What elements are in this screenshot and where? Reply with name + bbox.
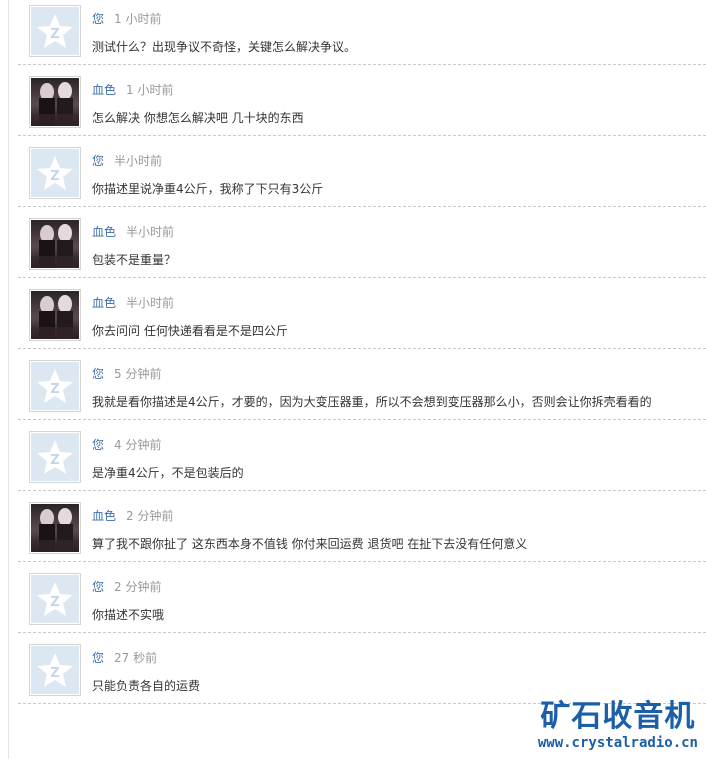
- comment-author[interactable]: 您: [92, 12, 104, 26]
- comment-meta: 您 27 秒前: [92, 649, 157, 666]
- comment-meta: 您 1 小时前: [92, 10, 161, 27]
- comment-time: 1 小时前: [114, 12, 162, 26]
- comment-item: 血色 半小时前 包装不是重量？: [18, 207, 706, 278]
- comment-item: Z 您 2 分钟前 你描述不实哦: [18, 562, 706, 633]
- comment-list: Z 您 1 小时前 测试什么？出现争议不奇怪，关键怎么解决争议。 血色 1 小时前 …: [18, 0, 706, 704]
- default-avatar-icon: Z: [37, 653, 73, 687]
- comment-meta: 您 4 分钟前: [92, 436, 161, 453]
- comment-item: Z 您半小时前 你描述里说净重4公斤，我称了下只有3公斤: [18, 136, 706, 207]
- comment-item: 血色 2 分钟前 算了我不跟你扯了 这东西本身不值钱 你付来回运费 退货吧 在扯下…: [18, 491, 706, 562]
- comment-author[interactable]: 您: [92, 367, 104, 381]
- avatar[interactable]: [29, 76, 81, 128]
- svg-text:Z: Z: [50, 666, 59, 681]
- comment-text: 我就是看你描述是4公斤，才要的，因为大变压器重，所以不会想到变压器那么小，否则会…: [92, 395, 652, 409]
- watermark-title: 矿石收音机: [540, 699, 696, 734]
- comment-author[interactable]: 您: [92, 154, 104, 168]
- comment-time: 2 分钟前: [126, 509, 174, 523]
- comment-time: 2 分钟前: [114, 580, 162, 594]
- avatar[interactable]: Z: [29, 644, 81, 696]
- comment-time: 5 分钟前: [114, 367, 162, 381]
- avatar[interactable]: [29, 502, 81, 554]
- comment-text: 是净重4公斤，不是包装后的: [92, 466, 244, 480]
- comment-item: Z 您 5 分钟前 我就是看你描述是4公斤，才要的，因为大变压器重，所以不会想到变…: [18, 349, 706, 420]
- comment-item: Z 您 1 小时前 测试什么？出现争议不奇怪，关键怎么解决争议。: [18, 0, 706, 65]
- comment-text: 包装不是重量？: [92, 253, 177, 267]
- avatar[interactable]: Z: [29, 360, 81, 412]
- comment-meta: 血色 2 分钟前: [92, 507, 173, 524]
- comment-author[interactable]: 血色: [92, 296, 116, 310]
- default-avatar-icon: Z: [37, 14, 73, 48]
- comment-meta: 您 2 分钟前: [92, 578, 161, 595]
- left-border: [8, 0, 9, 759]
- comment-time: 27 秒前: [114, 651, 158, 665]
- svg-text:Z: Z: [50, 595, 59, 610]
- svg-text:Z: Z: [50, 453, 59, 468]
- comment-meta: 您 5 分钟前: [92, 365, 161, 382]
- comment-meta: 血色 半小时前: [92, 294, 174, 311]
- user-photo-icon: [31, 508, 79, 552]
- svg-text:Z: Z: [50, 27, 59, 42]
- default-avatar-icon: Z: [37, 440, 73, 474]
- comment-meta: 您半小时前: [92, 152, 162, 169]
- comment-text: 只能负责各自的运费: [92, 679, 201, 693]
- comment-text: 算了我不跟你扯了 这东西本身不值钱 你付来回运费 退货吧 在扯下去没有任何意义: [92, 537, 528, 551]
- avatar[interactable]: Z: [29, 5, 81, 57]
- user-photo-icon: [31, 224, 79, 268]
- comment-time: 半小时前: [114, 154, 163, 168]
- watermark-url: www.crystalradio.cn: [537, 735, 698, 751]
- comment-time: 1 小时前: [126, 83, 174, 97]
- comment-text: 怎么解决 你想怎么解决吧 几十块的东西: [92, 111, 304, 125]
- default-avatar-icon: Z: [37, 582, 73, 616]
- comment-author[interactable]: 血色: [92, 83, 116, 97]
- avatar[interactable]: Z: [29, 573, 81, 625]
- comment-item: 血色 半小时前 你去问问 任何快递看看是不是四公斤: [18, 278, 706, 349]
- svg-text:Z: Z: [50, 382, 59, 397]
- comment-author[interactable]: 您: [92, 438, 104, 452]
- user-photo-icon: [31, 295, 79, 339]
- comment-item: 血色 1 小时前 怎么解决 你想怎么解决吧 几十块的东西: [18, 65, 706, 136]
- comment-author[interactable]: 您: [92, 580, 104, 594]
- comment-author[interactable]: 您: [92, 651, 104, 665]
- user-photo-icon: [31, 82, 79, 126]
- avatar[interactable]: Z: [29, 147, 81, 199]
- comment-text: 你描述不实哦: [92, 608, 165, 622]
- avatar[interactable]: Z: [29, 431, 81, 483]
- avatar[interactable]: [29, 218, 81, 270]
- comment-item: Z 您 27 秒前 只能负责各自的运费: [18, 633, 706, 704]
- comment-meta: 血色 半小时前: [92, 223, 174, 240]
- comment-text: 你去问问 任何快递看看是不是四公斤: [92, 324, 288, 338]
- comment-time: 半小时前: [126, 225, 175, 239]
- comment-author[interactable]: 血色: [92, 225, 116, 239]
- avatar[interactable]: [29, 289, 81, 341]
- comment-text: 测试什么？出现争议不奇怪，关键怎么解决争议。: [92, 40, 357, 54]
- comment-text: 你描述里说净重4公斤，我称了下只有3公斤: [92, 182, 324, 196]
- site-watermark: 矿石收音机 www.crystalradio.cn: [538, 699, 698, 751]
- comment-time: 4 分钟前: [114, 438, 162, 452]
- comment-time: 半小时前: [126, 296, 175, 310]
- comment-author[interactable]: 血色: [92, 509, 116, 523]
- svg-text:Z: Z: [50, 169, 59, 184]
- default-avatar-icon: Z: [37, 369, 73, 403]
- default-avatar-icon: Z: [37, 156, 73, 190]
- comment-meta: 血色 1 小时前: [92, 81, 173, 98]
- comment-item: Z 您 4 分钟前 是净重4公斤，不是包装后的: [18, 420, 706, 491]
